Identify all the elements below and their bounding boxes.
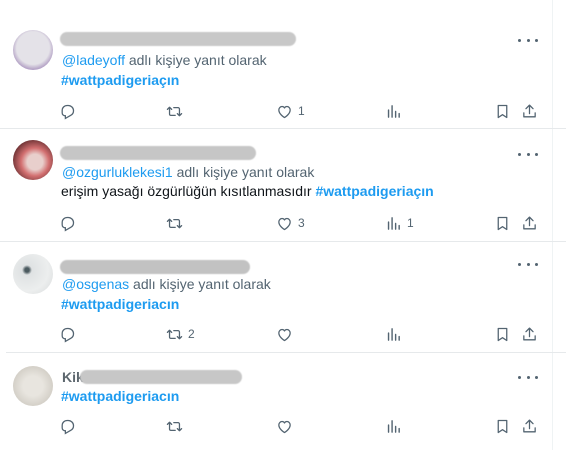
reply-button[interactable]: [59, 416, 76, 436]
share-icon: [521, 418, 538, 435]
bookmark-button[interactable]: [494, 416, 511, 436]
redacted-author: [60, 260, 250, 274]
views-button[interactable]: [385, 324, 402, 344]
redacted-author: [60, 146, 256, 160]
reply-button[interactable]: [59, 101, 76, 121]
like-icon: [276, 215, 293, 232]
reply-suffix: adlı kişiye yanıt olarak: [125, 52, 267, 68]
views-icon: [385, 215, 402, 232]
tweet-text: erişim yasağı özgürlüğün kısıtlanmasıdır…: [61, 183, 434, 199]
share-button[interactable]: [521, 101, 538, 121]
like-button[interactable]: [276, 324, 293, 344]
like-icon: [276, 103, 293, 120]
views-button[interactable]: [385, 416, 402, 436]
bookmark-button[interactable]: [494, 324, 511, 344]
avatar[interactable]: [13, 140, 53, 180]
avatar[interactable]: [13, 366, 53, 406]
more-icon[interactable]: [518, 33, 538, 47]
reply-icon: [59, 215, 76, 232]
more-icon[interactable]: [518, 257, 538, 271]
reply-context: @osgenas adlı kişiye yanıt olarak: [62, 276, 271, 292]
redacted-author: [80, 370, 242, 384]
like-icon: [276, 418, 293, 435]
share-icon: [521, 326, 538, 343]
tweet-2[interactable]: @ozgurluklekesi1 adlı kişiye yanıt olara…: [0, 129, 566, 241]
avatar[interactable]: [13, 30, 53, 70]
action-bar: 3 1: [0, 213, 566, 233]
tweet-text: #wattpadigeriaçın: [61, 72, 179, 88]
retweet-button[interactable]: [166, 101, 183, 121]
like-count: 3: [298, 216, 305, 230]
like-button[interactable]: [276, 416, 293, 436]
share-button[interactable]: [521, 324, 538, 344]
more-icon[interactable]: [518, 147, 538, 161]
hashtag-link[interactable]: #wattpadigeriaçın: [315, 183, 433, 199]
views-button[interactable]: 1: [385, 213, 414, 233]
retweet-button[interactable]: [166, 213, 183, 233]
retweet-icon: [166, 418, 183, 435]
reply-icon: [59, 103, 76, 120]
bookmark-icon: [494, 103, 511, 120]
retweet-button[interactable]: 2: [166, 324, 195, 344]
tweet-text: #wattpadigeriacın: [61, 388, 179, 404]
tweet-3[interactable]: @osgenas adlı kişiye yanıt olarak #wattp…: [0, 242, 566, 352]
views-icon: [385, 103, 402, 120]
retweet-count: 2: [188, 327, 195, 341]
reply-button[interactable]: [59, 213, 76, 233]
like-button[interactable]: 3: [276, 213, 305, 233]
share-button[interactable]: [521, 213, 538, 233]
views-icon: [385, 326, 402, 343]
tweet-4[interactable]: Kik #wattpadigeriacın: [0, 353, 566, 450]
bookmark-button[interactable]: [494, 213, 511, 233]
reply-icon: [59, 326, 76, 343]
retweet-icon: [166, 103, 183, 120]
hashtag-link[interactable]: #wattpadigeriacın: [61, 388, 179, 404]
bookmark-button[interactable]: [494, 101, 511, 121]
hashtag-link[interactable]: #wattpadigeriacın: [61, 296, 179, 312]
share-button[interactable]: [521, 416, 538, 436]
tweet-text: #wattpadigeriacın: [61, 296, 179, 312]
share-icon: [521, 215, 538, 232]
reply-mention[interactable]: @osgenas: [62, 276, 129, 292]
reply-mention[interactable]: @ladeyoff: [62, 52, 125, 68]
views-button[interactable]: [385, 101, 402, 121]
like-button[interactable]: 1: [276, 101, 305, 121]
views-count: 1: [407, 216, 414, 230]
retweet-icon: [166, 326, 183, 343]
action-bar: 2: [0, 324, 566, 344]
action-bar: [0, 416, 566, 436]
reply-button[interactable]: [59, 324, 76, 344]
like-icon: [276, 326, 293, 343]
bookmark-icon: [494, 418, 511, 435]
bookmark-icon: [494, 215, 511, 232]
action-bar: 1: [0, 101, 566, 121]
share-icon: [521, 103, 538, 120]
reply-context: @ladeyoff adlı kişiye yanıt olarak: [62, 52, 267, 68]
bookmark-icon: [494, 326, 511, 343]
views-icon: [385, 418, 402, 435]
tweet-1[interactable]: @ @ladeyoff adlı kişiye yanıt olarak #wa…: [0, 0, 566, 128]
reply-context: @ozgurluklekesi1 adlı kişiye yanıt olara…: [62, 164, 314, 180]
hashtag-link[interactable]: #wattpadigeriaçın: [61, 72, 179, 88]
redacted-author: [60, 32, 296, 46]
like-count: 1: [298, 104, 305, 118]
retweet-icon: [166, 215, 183, 232]
reply-suffix: adlı kişiye yanıt olarak: [172, 164, 315, 180]
reply-mention[interactable]: @ozgurluklekesi1: [62, 164, 173, 180]
reply-suffix: adlı kişiye yanıt olarak: [129, 276, 271, 292]
avatar[interactable]: [13, 254, 53, 294]
tweet-body: erişim yasağı özgürlüğün kısıtlanmasıdır: [61, 183, 316, 199]
more-icon[interactable]: [518, 370, 538, 384]
retweet-button[interactable]: [166, 416, 183, 436]
reply-icon: [59, 418, 76, 435]
